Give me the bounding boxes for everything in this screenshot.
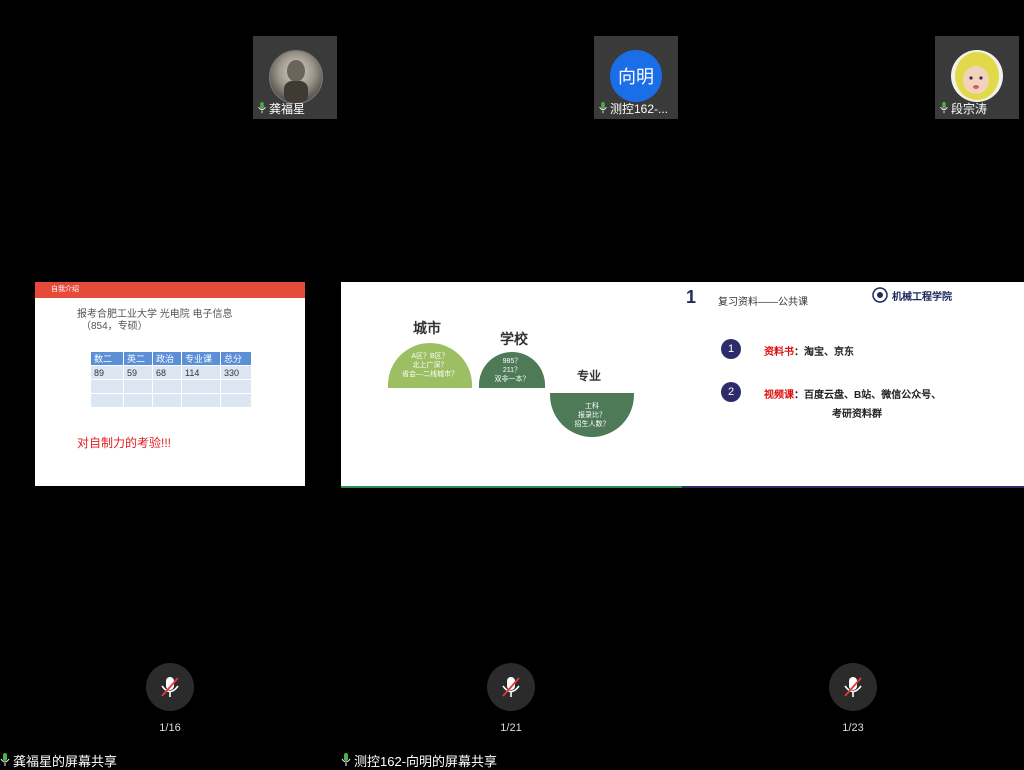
mute-toggle-button[interactable] [146,663,194,711]
participant-panel-1: 龚福星 自我介绍 报考合肥工业大学 光电院 电子信息 （854，专硕） 数二 英… [0,0,341,769]
item-number-badge: 2 [721,382,741,402]
shared-slide-1[interactable]: 自我介绍 报考合肥工业大学 光电院 电子信息 （854，专硕） 数二 英二 政治… [35,282,305,486]
share-label-text: 龚福星的屏幕共享 [13,753,118,769]
table-row [90,393,252,408]
school-emblem-icon [872,287,888,303]
shared-slide-3[interactable]: 1 复习资料——公共课 机械工程学院 1 资料书：淘宝、京东 2 视频课：百度云… [682,282,1024,488]
avatar-photo-icon [284,60,308,103]
table-cell: 330 [220,365,252,380]
table-cell: 89 [90,365,124,380]
table-row: 89 59 68 114 330 [90,365,252,380]
mute-toggle-button[interactable] [829,663,877,711]
school-line: 双非一本？ [494,375,530,383]
score-table: 数二 英二 政治 专业课 总分 89 59 68 114 330 [90,351,252,408]
slide-title: 复习资料——公共课 [718,297,808,308]
table-header: 数二 [90,351,124,366]
mic-icon [599,102,607,114]
screen-share-label: 测控162-向明的屏幕共享 [341,752,498,769]
slide-footer-text: 对自制力的考验!!! [77,436,172,450]
muted-mic-icon [161,677,179,697]
city-semicircle: A区？B区？ 北上广深？ 省会—二线城市？ [388,343,472,388]
participant-panel-3: 段宗涛 1 复习资料——公共课 机械工程学院 1 资料书：淘宝、京东 2 视频课… [682,0,1024,768]
participant-name-strip: 测控162-... [594,100,678,116]
logo-text: 机械工程学院 [892,291,952,303]
table-cell: 68 [152,365,182,380]
participant-tile-1[interactable]: 龚福星 [253,36,337,119]
participant-tile-2[interactable]: 向明 测控162-... [594,36,678,119]
mic-icon [341,753,351,766]
mute-toggle-button[interactable] [487,663,535,711]
participant-tile-3[interactable]: 段宗涛 [935,36,1019,119]
item-number-badge: 1 [721,339,741,359]
slide-header: 自我介绍 [35,282,305,298]
major-line: 报录比？ [578,411,606,419]
school-line: 211？ [502,366,522,374]
major-heading: 专业 [577,369,602,383]
shared-slide-2[interactable]: 城市 A区？B区？ 北上广深？ 省会—二线城市？ 学校 985？ 211？ 双非… [341,282,682,488]
slide-number: 1 [686,287,697,307]
participant-name-strip: 段宗涛 [935,100,1019,116]
school-semicircle: 985？ 211？ 双非一本？ [479,352,545,388]
item-text: ：淘宝、京东 [794,347,854,358]
slide-item-2-cont: 考研资料群 [832,409,882,420]
page-indicator: 1/16 [159,722,181,734]
participant-name: 段宗涛 [951,101,988,116]
school-heading: 学校 [500,331,528,347]
school-logo: 机械工程学院 [872,287,952,303]
city-line: 省会—二线城市？ [402,371,458,378]
item-text: ：百度云盘、B站、微信公众号、 [794,390,942,401]
school-line: 985？ [502,357,522,365]
table-header: 英二 [123,351,153,366]
share-label-text: 测控162-向明的屏幕共享 [354,753,498,769]
avatar [269,50,323,104]
slide-text-line: 报考合肥工业大学 光电院 电子信息 [77,309,233,320]
item-label: 资料书 [764,347,794,358]
table-cell: 59 [123,365,153,380]
table-cell: 114 [181,365,221,380]
avatar: 向明 [610,50,662,102]
page-indicator: 1/21 [500,722,522,734]
participant-name: 龚福星 [269,101,306,116]
city-line: A区？B区？ [411,353,449,360]
participant-panel-2: 向明 测控162-... 城市 A区？B区？ 北上广深？ 省会—二线城市？ 学校… [341,0,682,769]
slide-text-line: （854，专硕） [81,321,148,332]
slide-item-2: 视频课：百度云盘、B站、微信公众号、 [764,386,941,401]
avatar-initials: 向明 [618,67,654,87]
table-header: 专业课 [181,351,221,366]
city-heading: 城市 [413,320,441,336]
slide-item-1: 资料书：淘宝、京东 [764,343,854,358]
table-header: 政治 [152,351,182,366]
mic-icon [940,102,948,114]
major-line: 工科 [585,402,599,410]
city-line: 北上广深？ [412,362,448,369]
avatar [951,50,1003,102]
major-line: 招生人数？ [574,420,610,428]
screen-share-label: 龚福星的屏幕共享 [0,752,118,769]
table-row [90,379,252,394]
mic-icon [0,753,10,766]
participant-name-strip: 龚福星 [253,100,337,116]
mic-icon [258,102,266,114]
muted-mic-icon [502,677,520,697]
avatar-photo-icon [955,52,999,100]
page-indicator: 1/23 [842,722,864,734]
table-header: 总分 [220,351,252,366]
item-label: 视频课 [764,390,794,401]
muted-mic-icon [844,677,862,697]
major-semicircle: 工科 报录比？ 招生人数？ [550,393,634,437]
participant-name: 测控162-... [610,101,669,116]
